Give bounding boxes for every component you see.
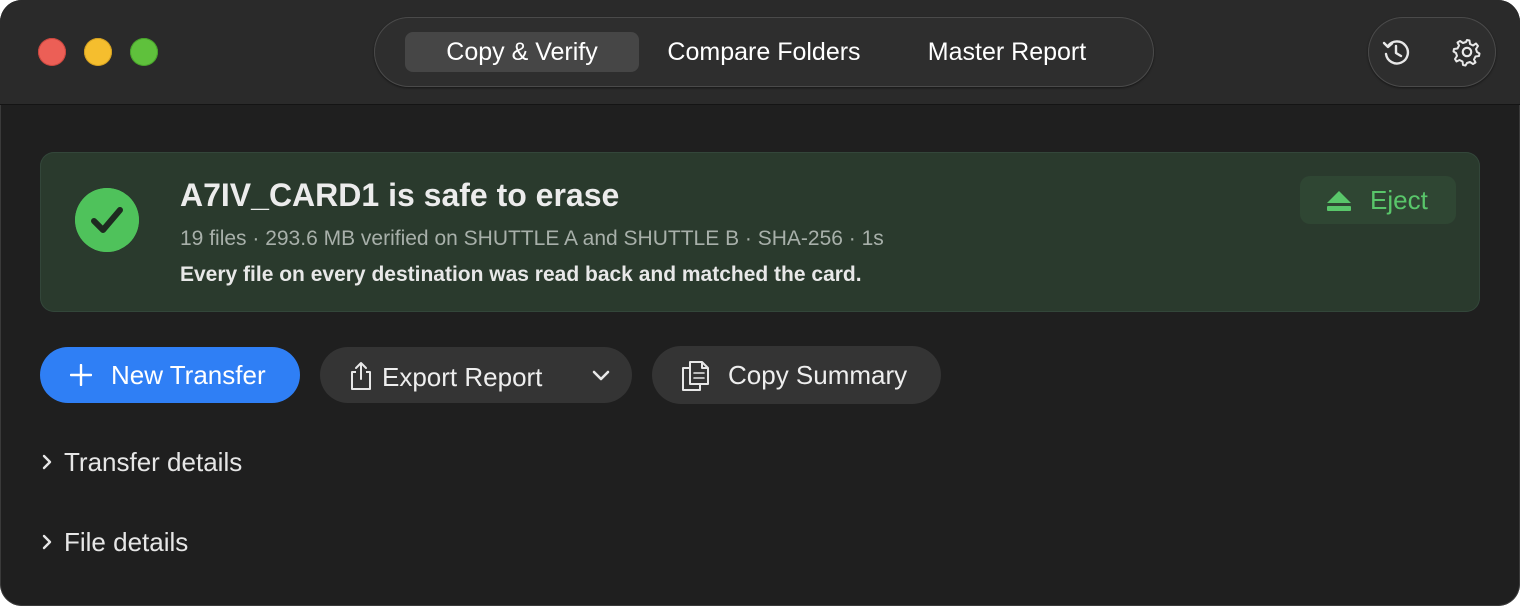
banner-message: Every file on every destination was read… xyxy=(180,263,862,286)
chevron-down-icon[interactable] xyxy=(590,365,612,387)
tab-copy-verify[interactable]: Copy & Verify xyxy=(405,32,639,72)
minimize-window-button[interactable] xyxy=(84,38,112,66)
new-transfer-label: New Transfer xyxy=(111,360,266,390)
plus-icon xyxy=(70,364,92,386)
eject-button[interactable]: Eject xyxy=(1300,176,1456,224)
documents-icon xyxy=(682,361,709,391)
checkmark-icon xyxy=(75,188,139,252)
tab-compare-folders[interactable]: Compare Folders xyxy=(649,32,879,72)
share-icon xyxy=(351,362,371,390)
chevron-right-icon xyxy=(42,454,52,470)
history-icon[interactable] xyxy=(1381,37,1411,67)
export-report-button[interactable]: Export Report xyxy=(320,347,632,403)
title-bar: Copy & Verify Compare Folders Master Rep… xyxy=(0,0,1520,105)
eject-label: Eject xyxy=(1370,185,1428,215)
transfer-details-label: Transfer details xyxy=(64,447,243,477)
eject-icon xyxy=(1327,191,1351,211)
copy-summary-button[interactable]: Copy Summary xyxy=(652,346,941,404)
tab-master-report[interactable]: Master Report xyxy=(889,32,1125,72)
verification-banner: A7IV_CARD1 is safe to erase 19 files · 2… xyxy=(40,152,1480,312)
gear-icon[interactable] xyxy=(1452,37,1482,67)
app-window: Copy & Verify Compare Folders Master Rep… xyxy=(0,0,1520,606)
banner-meta: 19 files · 293.6 MB verified on SHUTTLE … xyxy=(180,227,884,250)
toolbar-actions xyxy=(1368,17,1496,87)
close-window-button[interactable] xyxy=(38,38,66,66)
copy-summary-label: Copy Summary xyxy=(728,360,908,390)
banner-title: A7IV_CARD1 is safe to erase xyxy=(180,177,620,213)
chevron-right-icon xyxy=(42,534,52,550)
mode-tabs: Copy & Verify Compare Folders Master Rep… xyxy=(374,17,1154,87)
new-transfer-button[interactable]: New Transfer xyxy=(40,347,300,403)
export-report-label: Export Report xyxy=(382,362,543,392)
zoom-window-button[interactable] xyxy=(130,38,158,66)
file-details-label: File details xyxy=(64,527,189,557)
